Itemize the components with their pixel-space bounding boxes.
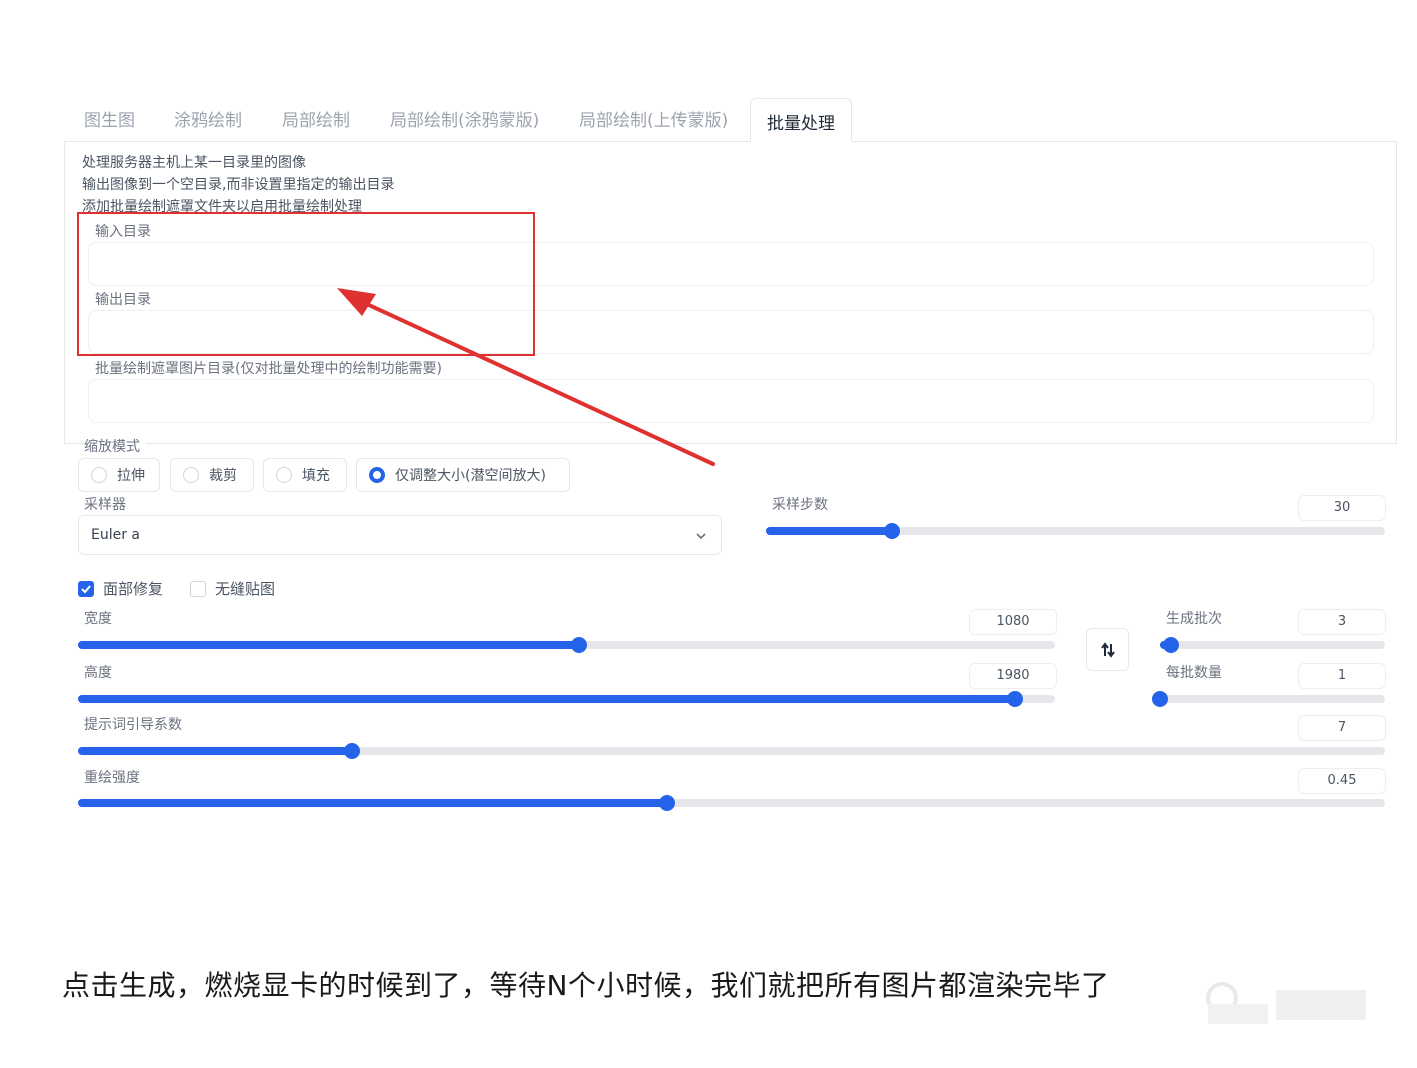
- restore-faces-checkbox[interactable]: 面部修复: [78, 578, 163, 599]
- batch-size-number[interactable]: 1: [1298, 663, 1386, 689]
- steps-number[interactable]: 30: [1298, 495, 1386, 521]
- slider-track: [1160, 641, 1385, 649]
- denoise-label: 重绘强度: [84, 770, 140, 786]
- batch-description-line: 输出图像到一个空目录,而非设置里指定的输出目录: [82, 177, 395, 193]
- tab-inpaint-upload[interactable]: 局部绘制(上传蒙版): [579, 106, 728, 131]
- batch-count-number[interactable]: 3: [1298, 609, 1386, 635]
- resize-option-label: 拉伸: [117, 468, 145, 484]
- batch-description-line: 添加批量绘制遮罩文件夹以启用批量绘制处理: [82, 199, 362, 215]
- slider-fill: [78, 747, 353, 755]
- slider-track: [1160, 695, 1385, 703]
- slider-thumb[interactable]: [659, 795, 676, 811]
- checkbox-checked-icon: [78, 580, 94, 597]
- resize-mode-label: 缩放模式: [84, 436, 146, 456]
- steps-slider[interactable]: [766, 522, 1385, 540]
- resize-option-label: 填充: [302, 468, 330, 484]
- tiling-checkbox[interactable]: 无缝贴图: [190, 578, 275, 599]
- chevron-down-icon: [696, 533, 706, 540]
- denoise-number[interactable]: 0.45: [1298, 768, 1386, 794]
- mask-dir-input[interactable]: [89, 380, 1373, 422]
- sampler-value: Euler a: [91, 527, 141, 543]
- slider-thumb[interactable]: [1152, 691, 1168, 707]
- tab-img2img[interactable]: 图生图: [84, 106, 135, 131]
- width-slider[interactable]: [78, 636, 1055, 654]
- cfg-scale-number[interactable]: 7: [1298, 715, 1386, 741]
- denoise-slider[interactable]: [78, 794, 1385, 812]
- cfg-scale-label: 提示词引导系数: [84, 717, 182, 733]
- radio-icon: [91, 467, 107, 483]
- checkbox-label: 面部修复: [103, 580, 164, 598]
- steps-label: 采样步数: [772, 497, 828, 513]
- tab-inpaint-sketch[interactable]: 局部绘制(涂鸦蒙版): [390, 106, 539, 131]
- slider-thumb[interactable]: [1006, 691, 1023, 707]
- width-label: 宽度: [84, 611, 112, 627]
- height-number[interactable]: 1980: [969, 663, 1057, 689]
- slider-thumb[interactable]: [571, 637, 588, 653]
- sampler-select[interactable]: Euler a: [78, 515, 722, 555]
- radio-icon: [183, 467, 199, 483]
- slider-fill: [78, 799, 668, 807]
- output-dir-field[interactable]: [88, 310, 1374, 354]
- tab-sketch[interactable]: 涂鸦绘制: [174, 106, 242, 131]
- height-slider[interactable]: [78, 690, 1055, 708]
- batch-size-slider[interactable]: [1152, 690, 1385, 708]
- resize-option-label: 裁剪: [209, 468, 237, 484]
- sampler-label: 采样器: [84, 497, 126, 513]
- output-dir-label: 输出目录: [95, 292, 151, 308]
- swap-arrows-icon: [1100, 641, 1115, 658]
- resize-option-latent[interactable]: 仅调整大小(潜空间放大): [356, 458, 570, 492]
- tab-inpaint[interactable]: 局部绘制: [282, 106, 350, 131]
- batch-size-label: 每批数量: [1166, 665, 1222, 681]
- width-number[interactable]: 1080: [969, 609, 1057, 635]
- slider-thumb[interactable]: [344, 743, 361, 759]
- slider-fill: [78, 641, 580, 649]
- slider-fill: [766, 527, 892, 535]
- resize-option-label: 仅调整大小(潜空间放大): [395, 468, 546, 484]
- article-caption: 点击生成，燃烧显卡的时候到了，等待N个小时候，我们就把所有图片都渲染完毕了: [62, 969, 1110, 1002]
- resize-option-stretch[interactable]: 拉伸: [78, 458, 160, 492]
- radio-selected-icon: [369, 467, 385, 483]
- checkbox-unchecked-icon: [190, 580, 206, 597]
- mask-dir-field[interactable]: [88, 379, 1374, 423]
- output-dir-input[interactable]: [89, 311, 1373, 353]
- batch-description-line: 处理服务器主机上某一目录里的图像: [82, 155, 306, 171]
- resize-option-crop[interactable]: 裁剪: [170, 458, 254, 492]
- cfg-scale-slider[interactable]: [78, 742, 1385, 760]
- checkbox-label: 无缝贴图: [215, 580, 276, 598]
- swap-dimensions-button[interactable]: [1086, 628, 1129, 671]
- height-label: 高度: [84, 665, 112, 681]
- resize-option-fill[interactable]: 填充: [263, 458, 347, 492]
- input-dir-input[interactable]: [89, 243, 1373, 285]
- tab-batch[interactable]: 批量处理: [750, 98, 852, 142]
- slider-thumb[interactable]: [1163, 637, 1180, 653]
- input-dir-label: 输入目录: [95, 224, 151, 240]
- batch-count-slider[interactable]: [1160, 636, 1385, 654]
- slider-fill: [78, 695, 1015, 703]
- radio-icon: [276, 467, 292, 483]
- input-dir-field[interactable]: [88, 242, 1374, 286]
- slider-thumb[interactable]: [883, 523, 900, 539]
- batch-count-label: 生成批次: [1166, 611, 1222, 627]
- watermark-logo: [1206, 982, 1366, 1024]
- mask-dir-label: 批量绘制遮罩图片目录(仅对批量处理中的绘制功能需要): [95, 361, 442, 377]
